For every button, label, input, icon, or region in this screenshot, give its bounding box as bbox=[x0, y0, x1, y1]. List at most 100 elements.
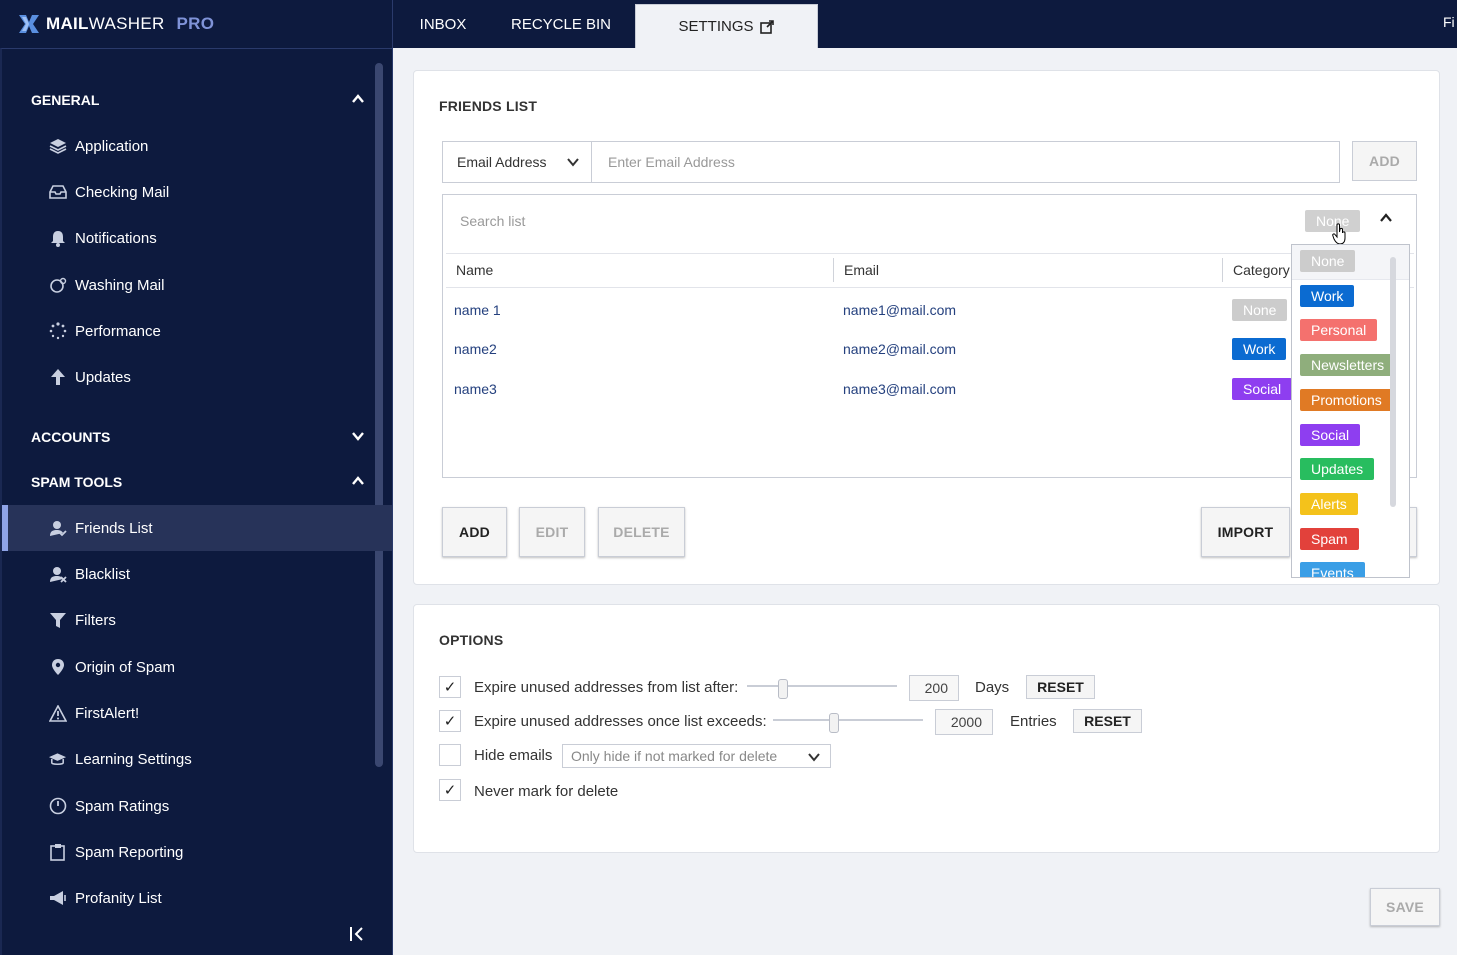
section-accounts-header[interactable]: ACCOUNTS bbox=[31, 429, 371, 449]
mailwasher-logo-icon bbox=[19, 15, 39, 33]
sidebar-item-blacklist[interactable]: Blacklist bbox=[2, 551, 392, 597]
category-option-label: None bbox=[1300, 250, 1356, 272]
section-spam-tools-header[interactable]: SPAM TOOLS bbox=[31, 474, 371, 494]
expire-exceeds-value[interactable]: 2000 bbox=[935, 709, 993, 735]
tab-settings-label: SETTINGS bbox=[678, 18, 754, 35]
expire-after-reset-button[interactable]: RESET bbox=[1026, 675, 1095, 699]
category-option-personal[interactable]: Personal bbox=[1300, 319, 1378, 342]
expire-after-slider[interactable] bbox=[747, 679, 897, 699]
category-option-work[interactable]: Work bbox=[1300, 284, 1355, 307]
expire-exceeds-label: Expire unused addresses once list exceed… bbox=[474, 713, 767, 730]
save-button[interactable]: SAVE bbox=[1370, 888, 1440, 926]
slider-track bbox=[747, 685, 897, 687]
check-icon: ✓ bbox=[443, 713, 457, 730]
check-icon: ✓ bbox=[443, 782, 457, 799]
tab-recycle-bin[interactable]: RECYCLE BIN bbox=[497, 0, 625, 48]
category-option-newsletters[interactable]: Newsletters bbox=[1300, 354, 1396, 377]
category-option-none[interactable]: None bbox=[1300, 250, 1356, 272]
sidebar-item-label: Friends List bbox=[75, 519, 153, 537]
arrow-up-icon bbox=[48, 368, 67, 387]
sidebar-item-spam-ratings[interactable]: Spam Ratings bbox=[2, 783, 392, 829]
dropdown-scrollbar[interactable] bbox=[1390, 257, 1396, 507]
spinner-icon bbox=[48, 322, 67, 341]
column-email-label: Email bbox=[844, 262, 880, 278]
tab-settings[interactable]: SETTINGS bbox=[635, 4, 818, 48]
row-email: name3@mail.com bbox=[843, 381, 957, 397]
sidebar-item-application[interactable]: Application bbox=[2, 123, 392, 169]
sidebar-item-label: Performance bbox=[75, 322, 161, 340]
collapse-sidebar-icon[interactable] bbox=[346, 923, 368, 945]
hide-emails-checkbox[interactable] bbox=[439, 744, 461, 766]
sidebar-item-firstalert[interactable]: FirstAlert! bbox=[2, 690, 392, 736]
expire-after-value[interactable]: 200 bbox=[909, 675, 959, 701]
delete-friend-label: DELETE bbox=[613, 524, 670, 540]
column-header-name[interactable]: Name bbox=[446, 253, 834, 287]
sidebar-item-updates[interactable]: Updates bbox=[2, 354, 392, 400]
sidebar-item-label: Origin of Spam bbox=[75, 658, 176, 676]
expire-exceeds-slider[interactable] bbox=[773, 713, 923, 733]
hide-emails-select[interactable]: Only hide if not marked for delete bbox=[562, 744, 831, 768]
table-row[interactable]: name2 name2@mail.com Work bbox=[443, 331, 1343, 370]
sidebar-item-label: Learning Settings bbox=[75, 750, 192, 768]
category-option-updates[interactable]: Updates bbox=[1300, 458, 1375, 481]
import-button[interactable]: IMPORT bbox=[1201, 507, 1290, 557]
delete-friend-button[interactable]: DELETE bbox=[598, 507, 685, 557]
column-category-label: Category bbox=[1233, 262, 1290, 278]
sidebar-item-label: FirstAlert! bbox=[75, 704, 140, 722]
sidebar-item-spam-reporting[interactable]: Spam Reporting bbox=[2, 829, 392, 875]
top-right-label: Fi bbox=[1443, 14, 1455, 30]
email-address-placeholder: Enter Email Address bbox=[608, 154, 735, 170]
sidebar-item-label: Blacklist bbox=[75, 565, 131, 583]
options-title: OPTIONS bbox=[439, 632, 504, 648]
edit-friend-button[interactable]: EDIT bbox=[519, 507, 585, 557]
hand-cursor-icon bbox=[1332, 223, 1346, 245]
tab-inbox-label: INBOX bbox=[419, 15, 467, 33]
slider-thumb[interactable] bbox=[829, 713, 839, 733]
expire-exceeds-unit: Entries bbox=[1010, 713, 1057, 730]
sidebar-item-profanity-list[interactable]: Profanity List bbox=[2, 875, 392, 921]
email-address-input[interactable]: Enter Email Address bbox=[591, 141, 1340, 183]
category-option-label: Events bbox=[1300, 562, 1365, 577]
category-option-label: Updates bbox=[1300, 458, 1375, 481]
category-option-promotions[interactable]: Promotions bbox=[1300, 388, 1393, 411]
row-email: name1@mail.com bbox=[843, 302, 957, 318]
expire-after-unit: Days bbox=[975, 679, 1010, 696]
sidebar-item-checking-mail[interactable]: Checking Mail bbox=[2, 169, 392, 215]
slider-thumb[interactable] bbox=[778, 679, 788, 699]
expire-exceeds-reset-button[interactable]: RESET bbox=[1073, 709, 1142, 733]
category-dropdown-menu: None Work Personal Newsletters Promotions Soc… bbox=[1291, 244, 1410, 578]
app-logo: MAIL WASHER PRO bbox=[18, 13, 214, 35]
friend-user-icon bbox=[48, 519, 67, 538]
category-option-alerts[interactable]: Alerts bbox=[1300, 492, 1358, 515]
sidebar-item-notifications[interactable]: Notifications bbox=[2, 215, 392, 261]
category-option-label: Promotions bbox=[1300, 388, 1393, 411]
sidebar-item-origin-of-spam[interactable]: Origin of Spam bbox=[2, 644, 392, 690]
category-option-social[interactable]: Social bbox=[1300, 423, 1361, 446]
warning-icon bbox=[48, 704, 67, 723]
table-row[interactable]: name 1 name1@mail.com None bbox=[443, 292, 1343, 331]
column-header-email[interactable]: Email bbox=[834, 253, 1222, 287]
add-address-button[interactable]: ADD bbox=[1352, 141, 1417, 181]
tab-inbox[interactable]: INBOX bbox=[393, 0, 493, 48]
category-option-events[interactable]: Events bbox=[1300, 562, 1365, 577]
sidebar-item-friends-list[interactable]: Friends List bbox=[2, 505, 392, 551]
address-type-select[interactable]: Email Address bbox=[442, 141, 592, 183]
category-option-spam[interactable]: Spam bbox=[1300, 527, 1359, 550]
section-general-header[interactable]: GENERAL bbox=[31, 92, 371, 112]
category-option-label: Alerts bbox=[1300, 492, 1358, 515]
table-row[interactable]: name3 name3@mail.com Social bbox=[443, 371, 1343, 410]
import-label: IMPORT bbox=[1217, 524, 1274, 540]
search-list-input[interactable]: Search list bbox=[460, 213, 525, 229]
sidebar-item-learning-settings[interactable]: Learning Settings bbox=[2, 736, 392, 782]
never-mark-delete-checkbox[interactable]: ✓ bbox=[439, 779, 461, 801]
sidebar-item-performance[interactable]: Performance bbox=[2, 308, 392, 354]
expire-exceeds-checkbox[interactable]: ✓ bbox=[439, 710, 461, 732]
section-accounts-label: ACCOUNTS bbox=[31, 429, 111, 445]
sidebar-item-washing-mail[interactable]: Washing Mail bbox=[2, 262, 392, 308]
expire-after-checkbox[interactable]: ✓ bbox=[439, 676, 461, 698]
sidebar-item-filters[interactable]: Filters bbox=[2, 597, 392, 643]
chevron-up-icon[interactable] bbox=[1380, 213, 1392, 223]
category-option-label: Work bbox=[1300, 284, 1355, 307]
sidebar-item-label: Application bbox=[75, 137, 149, 155]
add-friend-button[interactable]: ADD bbox=[442, 507, 507, 557]
